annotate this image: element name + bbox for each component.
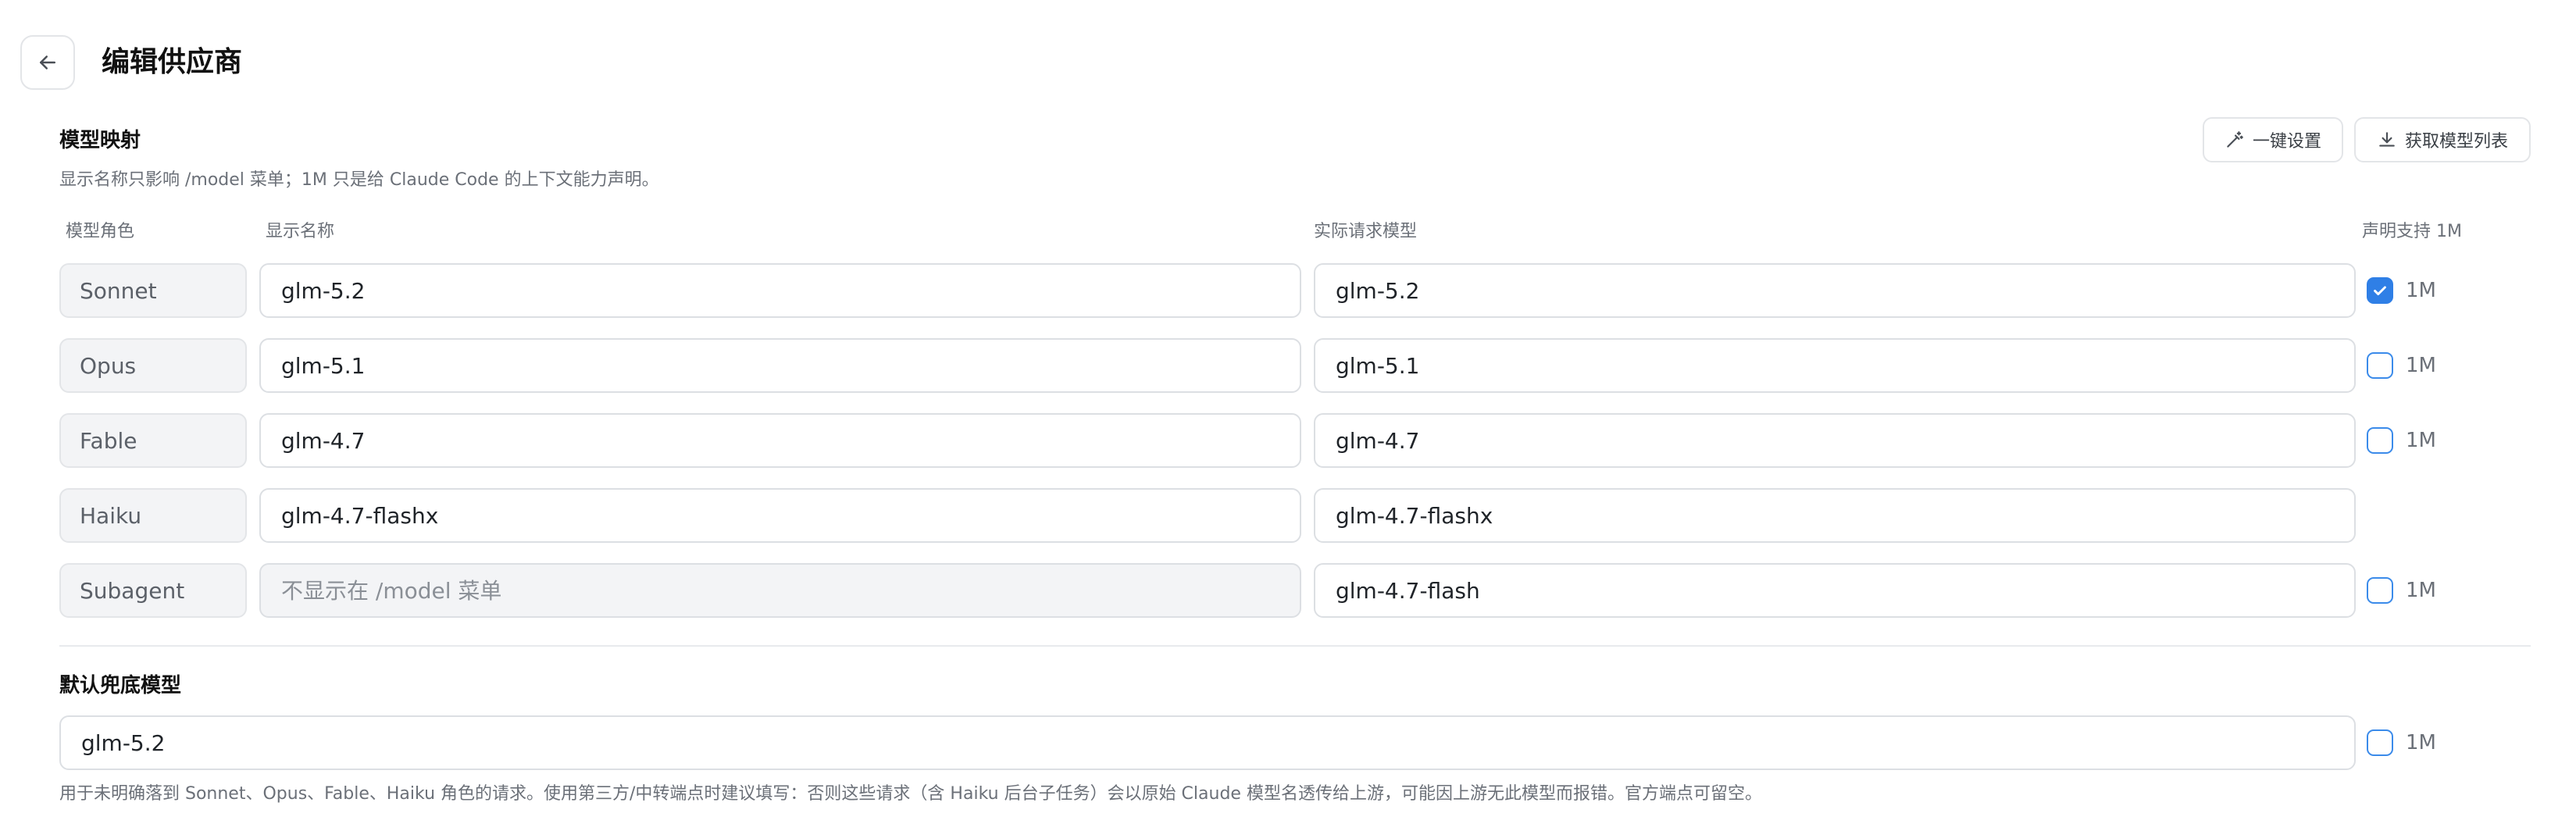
declare-1m-label-opus: 1M: [2406, 354, 2436, 377]
download-icon: [2379, 132, 2395, 147]
fallback-declare-1m-label: 1M: [2406, 731, 2436, 754]
display-name-input-haiku[interactable]: [259, 488, 1301, 543]
role-sonnet: Sonnet: [59, 263, 247, 318]
role-fable: Fable: [59, 413, 247, 468]
column-header-actual-model: 实际请求模型: [1314, 222, 1418, 241]
declare-1m-label-fable: 1M: [2406, 429, 2436, 452]
fallback-help-text: 用于未明确落到 Sonnet、Opus、Fable、Haiku 角色的请求。使用…: [59, 784, 1762, 804]
one-click-setup-label: 一键设置: [2252, 132, 2321, 152]
actual-model-input-sonnet[interactable]: [1314, 263, 2356, 318]
column-header-declare-1m: 声明支持 1M: [2362, 222, 2462, 241]
display-name-input-sonnet[interactable]: [259, 263, 1301, 318]
role-haiku: Haiku: [59, 488, 247, 543]
section-divider: [59, 645, 2531, 647]
fetch-model-list-button[interactable]: 获取模型列表: [2354, 117, 2531, 162]
display-name-input-opus[interactable]: [259, 338, 1301, 393]
display-name-input-fable[interactable]: [259, 413, 1301, 468]
back-button[interactable]: [20, 35, 75, 90]
actual-model-input-haiku[interactable]: [1314, 488, 2356, 543]
arrow-left-icon: [40, 55, 55, 70]
one-click-setup-button[interactable]: 一键设置: [2203, 117, 2343, 162]
fallback-declare-1m-checkbox[interactable]: [2367, 729, 2393, 756]
page-title: 编辑供应商: [102, 46, 243, 78]
actual-model-input-fable[interactable]: [1314, 413, 2356, 468]
display-name-input-subagent: [259, 563, 1301, 618]
mapping-section-description: 显示名称只影响 /model 菜单；1M 只是给 Claude Code 的上下…: [59, 170, 659, 190]
page-header: 编辑供应商: [0, 0, 2576, 113]
declare-1m-checkbox-opus[interactable]: [2367, 352, 2393, 379]
mapping-section-title: 模型映射: [59, 129, 141, 152]
edit-provider-page: 编辑供应商 模型映射 显示名称只影响 /model 菜单；1M 只是给 Clau…: [0, 0, 2576, 831]
actual-model-input-subagent[interactable]: [1314, 563, 2356, 618]
fallback-model-input[interactable]: [59, 715, 2356, 770]
fallback-section-title: 默认兜底模型: [59, 674, 182, 697]
declare-1m-checkbox-subagent[interactable]: [2367, 577, 2393, 604]
declare-1m-checkbox-sonnet[interactable]: [2367, 277, 2393, 304]
fetch-model-list-label: 获取模型列表: [2404, 132, 2508, 152]
column-header-role: 模型角色: [66, 222, 135, 241]
role-opus: Opus: [59, 338, 247, 393]
check-icon: [2374, 286, 2386, 296]
actual-model-input-opus[interactable]: [1314, 338, 2356, 393]
role-subagent: Subagent: [59, 563, 247, 618]
magic-wand-icon: [2227, 131, 2243, 148]
declare-1m-checkbox-fable[interactable]: [2367, 427, 2393, 454]
declare-1m-label-sonnet: 1M: [2406, 279, 2436, 302]
declare-1m-label-subagent: 1M: [2406, 579, 2436, 602]
column-header-display-name: 显示名称: [266, 222, 335, 241]
